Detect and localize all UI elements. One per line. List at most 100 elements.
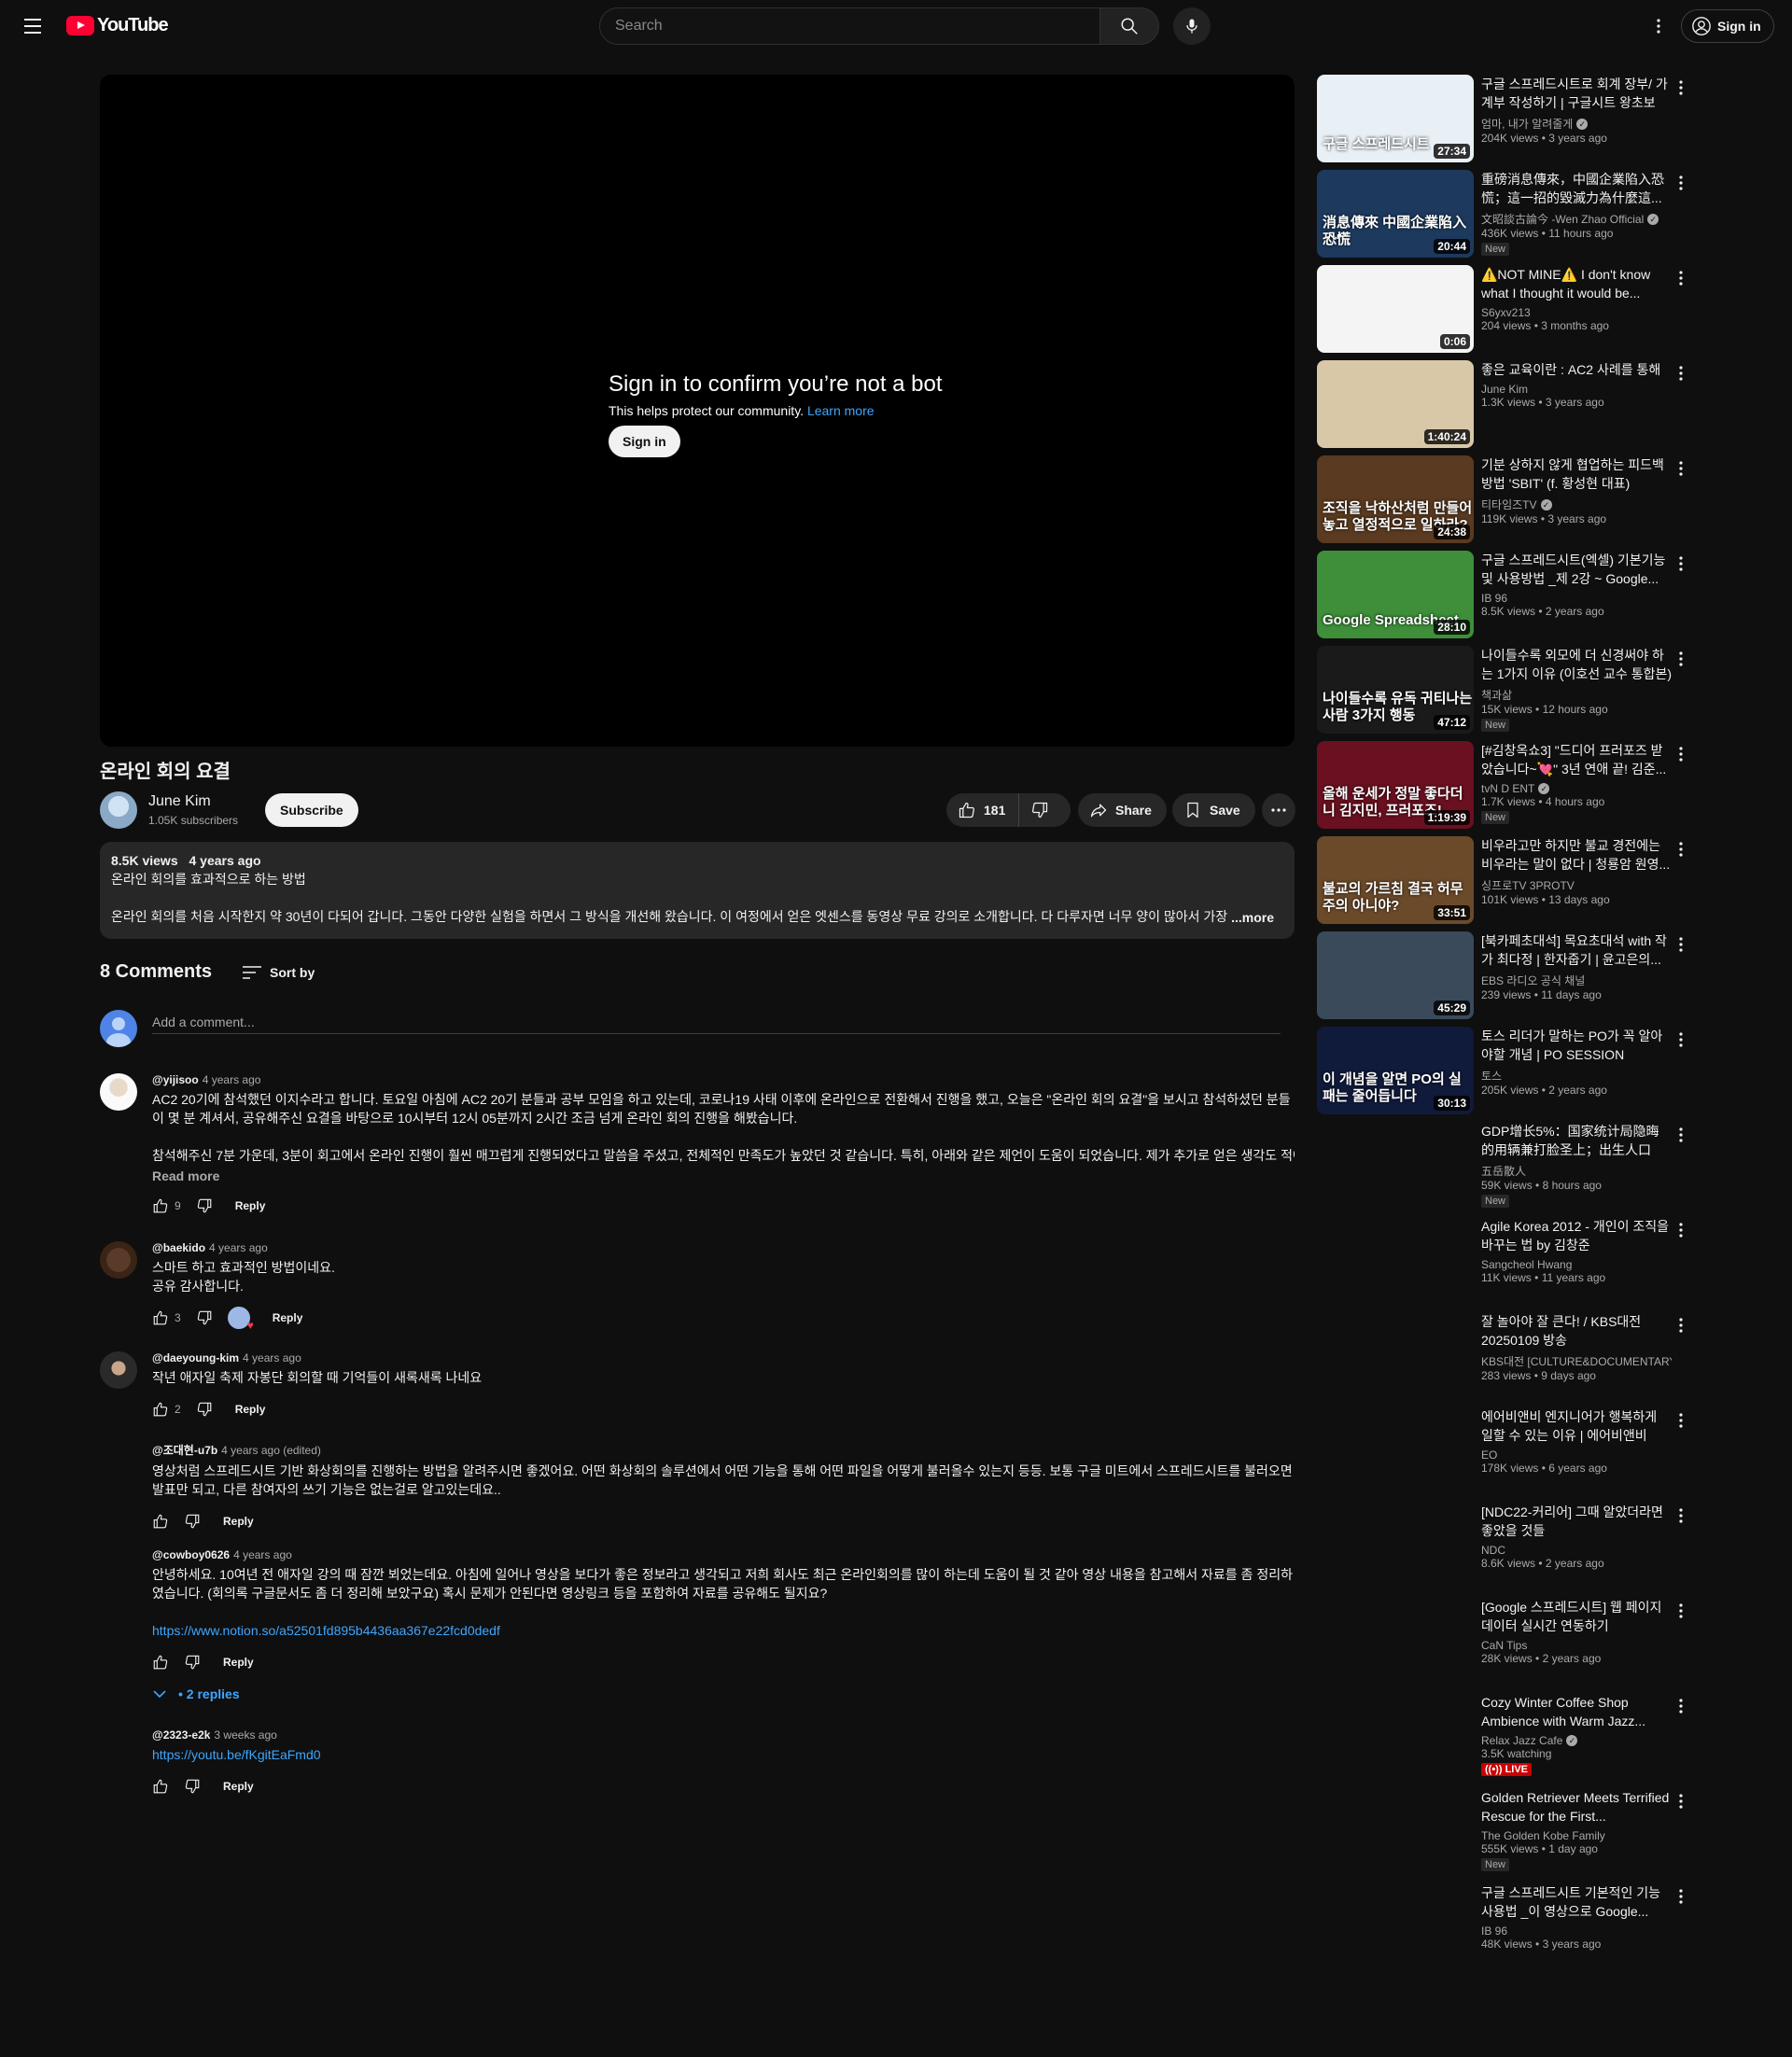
save-button[interactable]: Save bbox=[1172, 793, 1255, 827]
comment-reply-button[interactable]: Reply bbox=[235, 1199, 266, 1212]
channel-name[interactable]: EO bbox=[1481, 1448, 1672, 1462]
share-button[interactable]: Share bbox=[1078, 793, 1167, 827]
voice-search-button[interactable] bbox=[1173, 7, 1211, 45]
add-comment-input[interactable] bbox=[152, 1010, 1281, 1034]
related-video-item[interactable]: [NDC22-커리어] 그때 알았더라면 좋았을 것들 NDC 8.6K views… bbox=[1317, 1503, 1692, 1590]
comment-avatar[interactable] bbox=[100, 1241, 137, 1279]
video-title[interactable]: GDP增长5%：国家统计局隐晦的用辆兼打脸圣上；出生人口增... bbox=[1481, 1122, 1672, 1159]
video-thumbnail[interactable]: 나이들수록 유독 귀티나는 사람 3가지 행동 47:12 bbox=[1317, 646, 1474, 734]
comment-reply-button[interactable]: Reply bbox=[223, 1656, 254, 1669]
comment-reply-button[interactable]: Reply bbox=[223, 1780, 254, 1793]
comment-dislike-button[interactable] bbox=[184, 1654, 201, 1671]
video-player[interactable]: Sign in to confirm you’re not a bot This… bbox=[100, 75, 1295, 747]
description-box[interactable]: 8.5K views 4 years ago 온라인 회의를 효과적으로 하는 … bbox=[100, 842, 1295, 939]
channel-name[interactable]: KBS대전 [CULTURE&DOCUMENTARY] bbox=[1481, 1353, 1672, 1369]
video-menu-button[interactable] bbox=[1670, 1314, 1692, 1336]
comment-like-button[interactable]: 9 bbox=[152, 1197, 181, 1214]
related-video-item[interactable]: [Google 스프레드시트] 웹 페이지 데이터 실시간 연동하기 CaN Ti… bbox=[1317, 1598, 1692, 1686]
related-video-item[interactable]: 조직을 낙하산처럼 만들어놓고 열정적으로 일하라? 24:38 기분 상하지 않게… bbox=[1317, 455, 1692, 543]
channel-avatar[interactable] bbox=[100, 791, 137, 829]
related-video-item[interactable]: 이 개념을 알면 PO의 실패는 줄어듭니다 30:13 토스 리더가 말하는 PO… bbox=[1317, 1027, 1692, 1114]
video-menu-button[interactable] bbox=[1670, 1695, 1692, 1717]
dislike-button[interactable] bbox=[1019, 793, 1060, 827]
channel-name[interactable]: 五岳散人 bbox=[1481, 1163, 1672, 1179]
related-video-item[interactable]: Golden Retriever Meets Terrified Rescue … bbox=[1317, 1788, 1692, 1876]
video-title[interactable]: 구글 스프레드시트로 회계 장부/ 가계부 작성하기 | 구글시트 왕초보 |.… bbox=[1481, 75, 1672, 112]
video-menu-button[interactable] bbox=[1670, 553, 1692, 575]
video-title[interactable]: [북카페초대석] 목요초대석 with 작가 최다정 | 한자줍기 | 윤고은의… bbox=[1481, 931, 1672, 969]
video-title[interactable]: 구글 스프레드시트 기본적인 기능 사용법 _이 영상으로 Google... bbox=[1481, 1883, 1672, 1921]
comment-time[interactable]: 4 years ago bbox=[209, 1241, 268, 1254]
channel-name[interactable]: 책과삶 bbox=[1481, 687, 1672, 703]
video-title[interactable]: 기분 상하지 않게 협업하는 피드백 방법 'SBIT' (f. 황성현 대표) bbox=[1481, 455, 1672, 493]
comment-link[interactable]: https://www.notion.so/a52501fd895b4436aa… bbox=[152, 1623, 500, 1638]
comment-dislike-button[interactable] bbox=[196, 1309, 213, 1326]
video-menu-button[interactable] bbox=[1670, 362, 1692, 385]
comment-avatar[interactable] bbox=[100, 1073, 137, 1111]
video-menu-button[interactable] bbox=[1670, 1885, 1692, 1908]
comment-link[interactable]: https://youtu.be/fKgitEaFmd0 bbox=[152, 1747, 321, 1762]
channel-name[interactable]: June Kim bbox=[1481, 383, 1672, 396]
related-video-item[interactable]: 불교의 가르침 결국 허무주의 아니야? 33:51 비우라고만 하지만 불교 경전… bbox=[1317, 836, 1692, 924]
related-video-item[interactable]: 구글 스프레드시트 기본적인 기능 사용법 _이 영상으로 Google... I… bbox=[1317, 1883, 1692, 1971]
description-more-button[interactable]: ...more bbox=[1227, 910, 1274, 925]
video-menu-button[interactable] bbox=[1670, 1219, 1692, 1241]
comment-author[interactable]: @daeyoung-kim bbox=[152, 1351, 239, 1364]
related-video-item[interactable]: 구글 스프레드시트 27:34 구글 스프레드시트로 회계 장부/ 가계부 작성하기… bbox=[1317, 75, 1692, 162]
video-menu-button[interactable] bbox=[1670, 743, 1692, 765]
related-video-item[interactable]: 나이들수록 유독 귀티나는 사람 3가지 행동 47:12 나이들수록 외모에 더 … bbox=[1317, 646, 1692, 734]
video-menu-button[interactable] bbox=[1670, 1790, 1692, 1812]
video-title[interactable]: [NDC22-커리어] 그때 알았더라면 좋았을 것들 bbox=[1481, 1503, 1672, 1540]
related-video-item[interactable]: 1:40:24 좋은 교육이란 : AC2 사례를 통해 June Kim 1.3K … bbox=[1317, 360, 1692, 448]
channel-name[interactable]: The Golden Kobe Family bbox=[1481, 1829, 1672, 1842]
video-menu-button[interactable] bbox=[1670, 1028, 1692, 1051]
comment-dislike-button[interactable] bbox=[196, 1197, 213, 1214]
comment-time[interactable]: 4 years ago bbox=[203, 1073, 261, 1086]
comment-avatar[interactable] bbox=[100, 1351, 137, 1389]
related-video-item[interactable]: 잘 놀아야 잘 큰다! / KBS대전 20250109 방송 KBS대전 [CU… bbox=[1317, 1312, 1692, 1400]
video-thumbnail[interactable]: 消息傳來 中國企業陷入恐慌 20:44 bbox=[1317, 170, 1474, 258]
comment-reply-button[interactable]: Reply bbox=[223, 1515, 254, 1528]
like-button[interactable]: 181 bbox=[946, 793, 1020, 827]
video-title[interactable]: 잘 놀아야 잘 큰다! / KBS대전 20250109 방송 bbox=[1481, 1312, 1672, 1350]
comment-like-button[interactable]: 3 bbox=[152, 1309, 181, 1326]
video-thumbnail[interactable]: 구글 스프레드시트 27:34 bbox=[1317, 75, 1474, 162]
related-video-item[interactable]: Cozy Winter Coffee Shop Ambience with Wa… bbox=[1317, 1693, 1692, 1781]
comment-author[interactable]: @baekido bbox=[152, 1241, 205, 1254]
video-menu-button[interactable] bbox=[1670, 172, 1692, 194]
channel-name[interactable]: 토스 bbox=[1481, 1068, 1672, 1084]
video-menu-button[interactable] bbox=[1670, 457, 1692, 480]
related-video-item[interactable]: 0:06 ⚠️NOT MINE⚠️ I don't know what I tho… bbox=[1317, 265, 1692, 353]
video-title[interactable]: 토스 리더가 말하는 PO가 꼭 알아야할 개념 | PO SESSION bbox=[1481, 1027, 1672, 1064]
subscribe-button[interactable]: Subscribe bbox=[265, 793, 358, 827]
channel-name[interactable]: EBS 라디오 공식 채널 bbox=[1481, 973, 1672, 988]
learn-more-link[interactable]: Learn more bbox=[807, 403, 875, 418]
video-title[interactable]: Agile Korea 2012 - 개인이 조직을 바꾸는 법 by 김창준 bbox=[1481, 1217, 1672, 1254]
related-video-item[interactable]: 45:29 [북카페초대석] 목요초대석 with 작가 최다정 | 한자줍기 |… bbox=[1317, 931, 1692, 1019]
read-more-button[interactable]: Read more bbox=[152, 1168, 1295, 1183]
channel-name[interactable]: 文昭談古論今 -Wen Zhao Official ✓ bbox=[1481, 211, 1672, 227]
video-menu-button[interactable] bbox=[1670, 1600, 1692, 1622]
comment-author[interactable]: @cowboy0626 bbox=[152, 1548, 230, 1561]
video-thumbnail[interactable]: 불교의 가르침 결국 허무주의 아니야? 33:51 bbox=[1317, 836, 1474, 924]
video-thumbnail[interactable]: 조직을 낙하산처럼 만들어놓고 열정적으로 일하라? 24:38 bbox=[1317, 455, 1474, 543]
comment-reply-button[interactable]: Reply bbox=[235, 1403, 266, 1416]
comment-dislike-button[interactable] bbox=[196, 1401, 213, 1418]
comment-reply-button[interactable]: Reply bbox=[273, 1311, 303, 1324]
related-video-item[interactable]: Agile Korea 2012 - 개인이 조직을 바꾸는 법 by 김창준 S… bbox=[1317, 1217, 1692, 1305]
related-video-item[interactable]: 消息傳來 中國企業陷入恐慌 20:44 重磅消息傳來，中國企業陷入恐慌；這一招的毀滅… bbox=[1317, 170, 1692, 258]
video-thumbnail[interactable]: 올해 운세가 정말 좋다더니 김지민, 프러포즈! 1:19:39 bbox=[1317, 741, 1474, 829]
video-thumbnail[interactable]: 0:06 bbox=[1317, 265, 1474, 353]
channel-name[interactable]: 엄마, 내가 알려줄게 ✓ bbox=[1481, 116, 1672, 132]
related-video-item[interactable]: 올해 운세가 정말 좋다더니 김지민, 프러포즈! 1:19:39 [#김창옥쇼3]… bbox=[1317, 741, 1692, 829]
comment-like-button[interactable] bbox=[152, 1513, 169, 1530]
related-video-item[interactable]: Google Spreadsheet 28:10 구글 스프레드시트(엑셀) 기본기… bbox=[1317, 551, 1692, 638]
video-thumbnail[interactable]: Google Spreadsheet 28:10 bbox=[1317, 551, 1474, 638]
video-thumbnail[interactable]: 이 개념을 알면 PO의 실패는 줄어듭니다 30:13 bbox=[1317, 1027, 1474, 1114]
video-title[interactable]: 重磅消息傳來，中國企業陷入恐慌；這一招的毀滅力為什麼這... bbox=[1481, 170, 1672, 207]
comment-dislike-button[interactable] bbox=[184, 1778, 201, 1795]
video-thumbnail[interactable]: 1:40:24 bbox=[1317, 360, 1474, 448]
sign-in-button[interactable]: Sign in bbox=[1681, 9, 1774, 43]
channel-name[interactable]: 티타임즈TV ✓ bbox=[1481, 497, 1672, 512]
video-title[interactable]: 구글 스프레드시트(엑셀) 기본기능 및 사용방법 _제 2강 ~ Google… bbox=[1481, 551, 1672, 588]
